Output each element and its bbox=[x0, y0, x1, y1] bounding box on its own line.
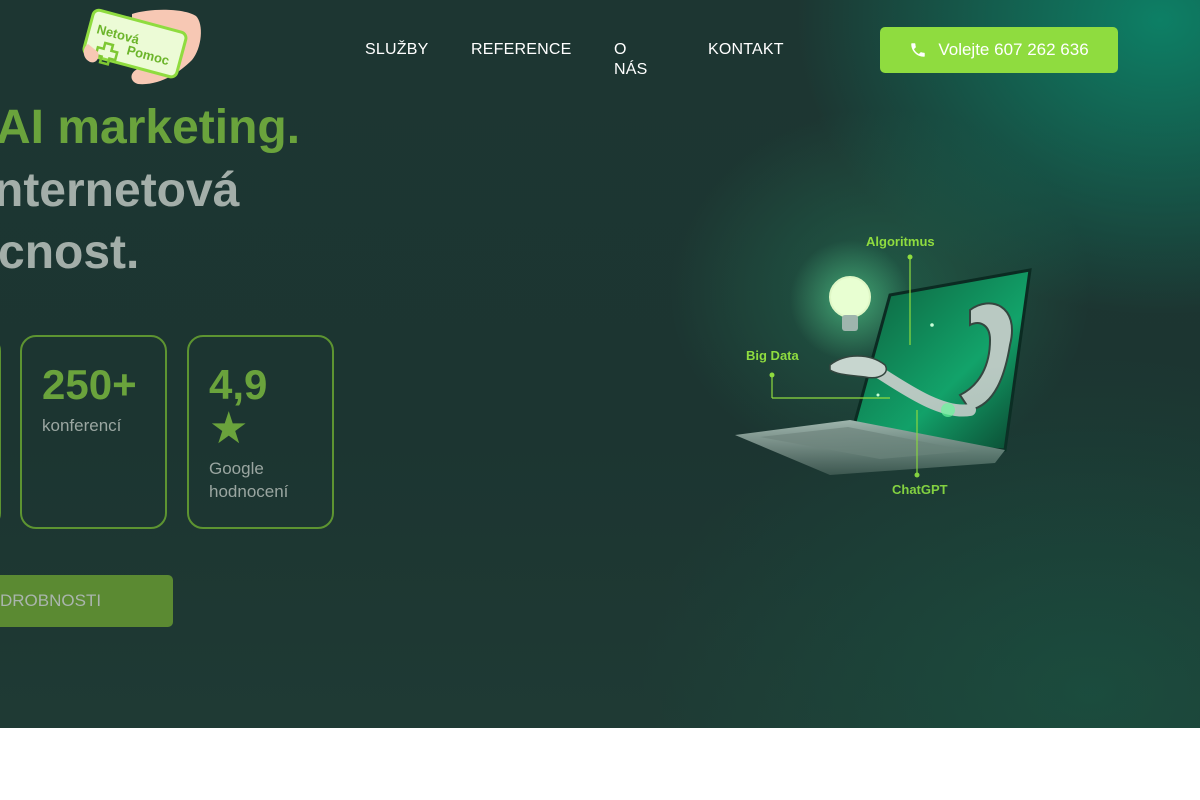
headline-line-1: AI marketing. bbox=[0, 101, 301, 154]
call-button-label: Volejte 607 262 636 bbox=[938, 40, 1089, 59]
stat-card-rating: 4,9 ★ Google hodnocení bbox=[187, 335, 334, 529]
label-algorithm: Algoritmus bbox=[866, 234, 935, 249]
laptop-robot-graphic bbox=[735, 240, 1032, 478]
nav-item-sluzby[interactable]: SLUŽBY bbox=[365, 40, 428, 60]
hero-section: Netová Pomoc SLUŽBY REFERENCE O NÁS KONT… bbox=[0, 0, 1200, 728]
headline-line-2: nternetová bbox=[0, 164, 240, 217]
phone-icon bbox=[911, 43, 926, 57]
nav-item-kontakt[interactable]: KONTAKT bbox=[708, 40, 784, 60]
details-button[interactable]: DROBNOSTI bbox=[0, 575, 173, 627]
stat-card-conferences: 250+ konferencí bbox=[20, 335, 167, 529]
stat-card-partial bbox=[0, 335, 1, 529]
headline-line-3: cnost. bbox=[0, 226, 140, 279]
stat-label: konferencí bbox=[42, 416, 122, 435]
stat-value: 4,9 bbox=[209, 361, 268, 408]
logo[interactable]: Netová Pomoc bbox=[80, 8, 204, 88]
stat-value: 250+ bbox=[42, 361, 137, 408]
nav-item-o-nas[interactable]: O NÁS bbox=[614, 40, 648, 78]
call-button[interactable]: Volejte 607 262 636 bbox=[880, 27, 1118, 73]
label-big-data: Big Data bbox=[746, 348, 799, 363]
nav-item-reference[interactable]: REFERENCE bbox=[471, 40, 571, 60]
star-icon: ★ bbox=[209, 404, 249, 453]
logo-graphic: Netová Pomoc bbox=[82, 8, 201, 85]
stat-label: Google hodnocení bbox=[209, 459, 289, 501]
label-chatgpt: ChatGPT bbox=[892, 482, 948, 497]
ai-laptop-illustration: Algoritmus Big Data ChatGPT bbox=[720, 225, 1050, 515]
